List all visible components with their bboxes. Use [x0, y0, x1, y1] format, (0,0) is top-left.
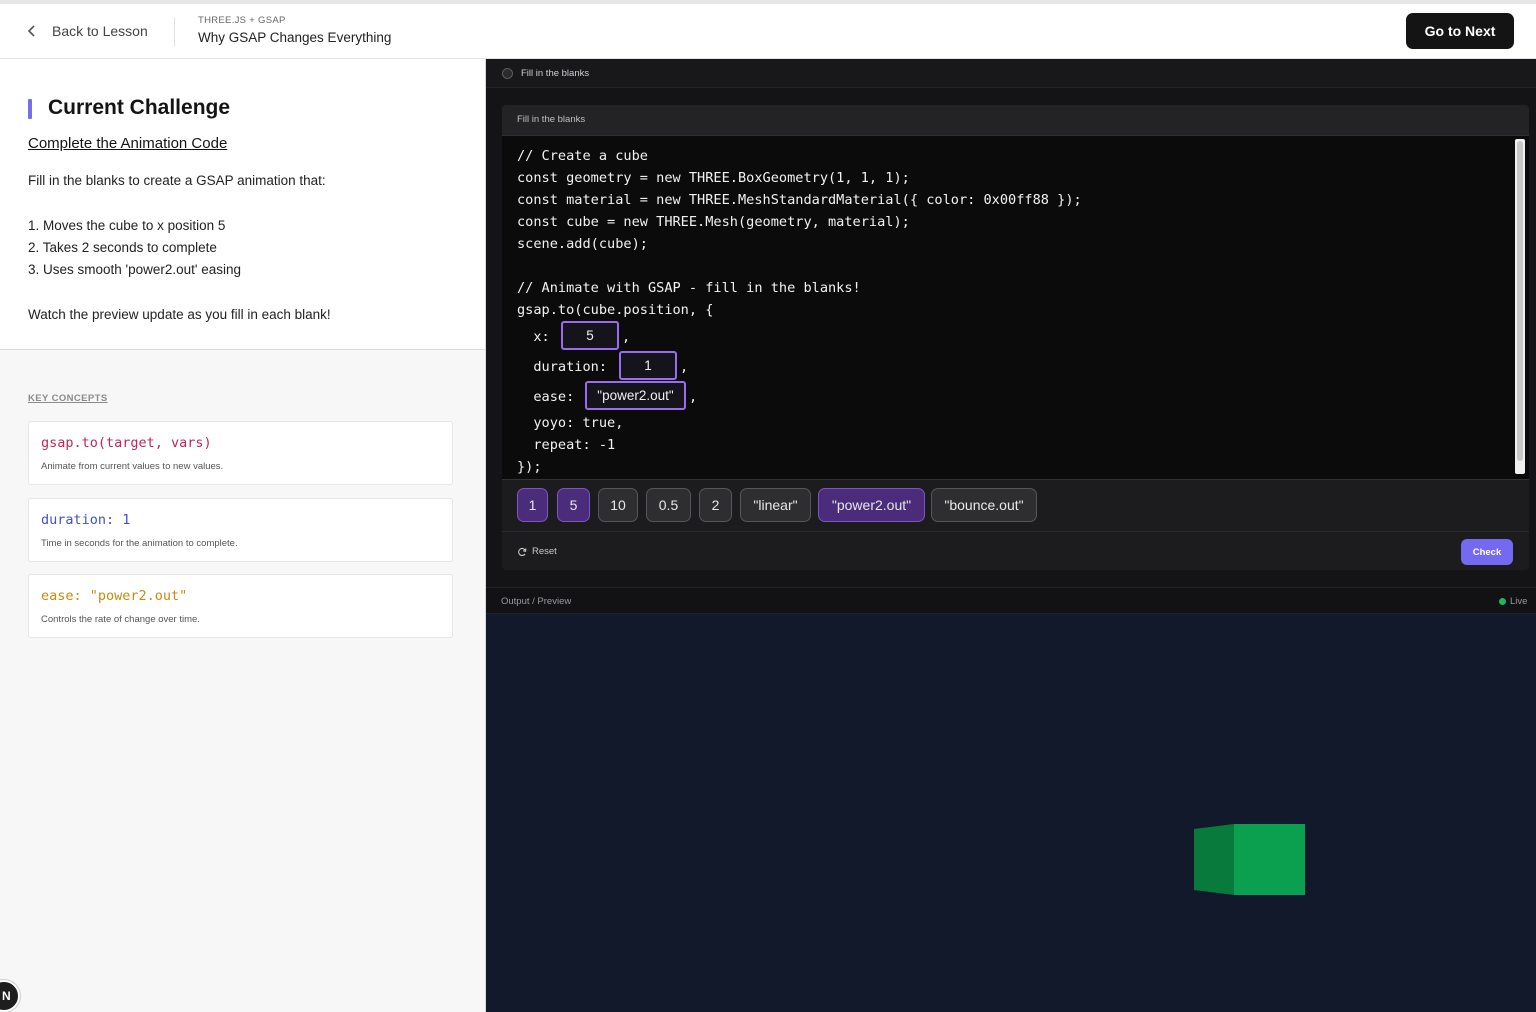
code-area: // Create a cube const geometry = new TH… [502, 136, 1529, 479]
editor-tab-label: Fill in the blanks [521, 68, 590, 79]
editor-panel: Fill in the blanks Fill in the blanks //… [486, 59, 1536, 1012]
refresh-icon [518, 547, 527, 556]
code-line: // Create a cube [517, 148, 648, 164]
code-line: repeat: -1 [517, 437, 616, 453]
code-line: const cube = new THREE.Mesh(geometry, ma… [517, 214, 910, 230]
concept-description: Time in seconds for the animation to com… [41, 538, 238, 549]
code-line: }); [517, 459, 542, 475]
live-status: Live [1499, 596, 1527, 607]
concept-card: duration: 1 Time in seconds for the anim… [28, 498, 453, 562]
preview-canvas[interactable] [486, 614, 1536, 1012]
editor-actions: Reset Check [502, 531, 1529, 570]
assistant-avatar[interactable]: N [0, 980, 20, 1012]
fill-blanks-title: Fill in the blanks [517, 114, 586, 125]
challenge-accent-bar [28, 99, 32, 119]
code-line: yoyo: true, [517, 415, 624, 431]
code-line-ease: ease: [517, 389, 575, 405]
live-dot-icon [1499, 598, 1506, 605]
live-label: Live [1510, 596, 1528, 607]
token-option[interactable]: 1 [517, 488, 548, 522]
code-comma: , [622, 329, 631, 345]
challenge-subtitle: Complete the Animation Code [28, 135, 228, 152]
code-line: // Animate with GSAP - fill in the blank… [517, 280, 861, 296]
challenge-step: 1. Moves the cube to x position 5 [28, 218, 226, 233]
token-option[interactable]: 2 [699, 488, 732, 522]
fill-blanks-header: Fill in the blanks [502, 105, 1529, 136]
status-dot-icon [502, 68, 513, 79]
blank-x[interactable]: 5 [561, 321, 619, 350]
back-to-lesson-button[interactable]: Back to Lesson [26, 18, 148, 44]
challenge-section: Current Challenge Complete the Animation… [0, 59, 485, 350]
concept-code: gsap.to(target, vars) [41, 435, 212, 451]
blank-ease[interactable]: "power2.out" [585, 381, 686, 410]
code-line: const geometry = new THREE.BoxGeometry(1… [517, 170, 910, 186]
challenge-intro: Fill in the blanks to create a GSAP anim… [28, 173, 326, 188]
editor-top-bar: Fill in the blanks [486, 59, 1536, 88]
header-divider [174, 18, 175, 46]
n-logo-icon: N [2, 989, 11, 1003]
code-comma: , [689, 389, 698, 405]
cube-side-face [1194, 824, 1234, 895]
back-label: Back to Lesson [52, 23, 148, 39]
challenge-step: 2. Takes 2 seconds to complete [28, 240, 217, 255]
chevron-left-icon [27, 25, 35, 37]
output-label: Output / Preview [501, 596, 572, 607]
token-option[interactable]: "power2.out" [818, 488, 925, 522]
concept-card: ease: "power2.out" Controls the rate of … [28, 574, 453, 638]
challenge-step: 3. Uses smooth 'power2.out' easing [28, 262, 242, 277]
code-scrollbar[interactable] [1515, 139, 1525, 474]
concept-description: Animate from current values to new value… [41, 461, 224, 472]
scrollbar-thumb[interactable] [1517, 141, 1523, 461]
answer-token-bank: 1 5 10 0.5 2 "linear" "power2.out" "boun… [502, 479, 1529, 531]
lesson-title: Why GSAP Changes Everything [198, 30, 392, 45]
code-line: const material = new THREE.MeshStandardM… [517, 192, 1082, 208]
reset-button[interactable]: Reset [517, 546, 557, 557]
token-option[interactable]: 10 [598, 488, 638, 522]
blank-duration[interactable]: 1 [619, 351, 677, 380]
concept-description: Controls the rate of change over time. [41, 614, 200, 625]
instructions-panel: Current Challenge Complete the Animation… [0, 59, 486, 1012]
course-name: THREE.JS + GSAP [198, 15, 286, 26]
challenge-footer: Watch the preview update as you fill in … [28, 307, 331, 322]
output-header: Output / Preview Live [486, 587, 1536, 614]
fill-blanks-box: Fill in the blanks // Create a cube cons… [502, 105, 1529, 570]
check-button[interactable]: Check [1461, 539, 1513, 565]
token-option[interactable]: "bounce.out" [931, 488, 1037, 522]
reset-label: Reset [532, 546, 557, 557]
code-comma: , [680, 359, 689, 375]
cube-front-face [1234, 824, 1305, 895]
token-option[interactable]: 0.5 [646, 488, 691, 522]
concept-code: duration: 1 [41, 512, 131, 528]
token-option[interactable]: "linear" [740, 488, 811, 522]
token-option[interactable]: 5 [557, 488, 590, 522]
concept-card: gsap.to(target, vars) Animate from curre… [28, 421, 453, 485]
top-bar: Back to Lesson THREE.JS + GSAP Why GSAP … [0, 0, 1536, 59]
code-line: gsap.to(cube.position, { [517, 302, 714, 318]
key-concepts-label: KEY CONCEPTS [28, 393, 108, 404]
code-line-x: x: [517, 329, 550, 345]
challenge-heading: Current Challenge [48, 96, 231, 119]
code-line-duration: duration: [517, 359, 608, 375]
concept-code: ease: "power2.out" [41, 588, 188, 604]
go-to-next-button[interactable]: Go to Next [1406, 13, 1514, 49]
code-line: scene.add(cube); [517, 236, 648, 252]
